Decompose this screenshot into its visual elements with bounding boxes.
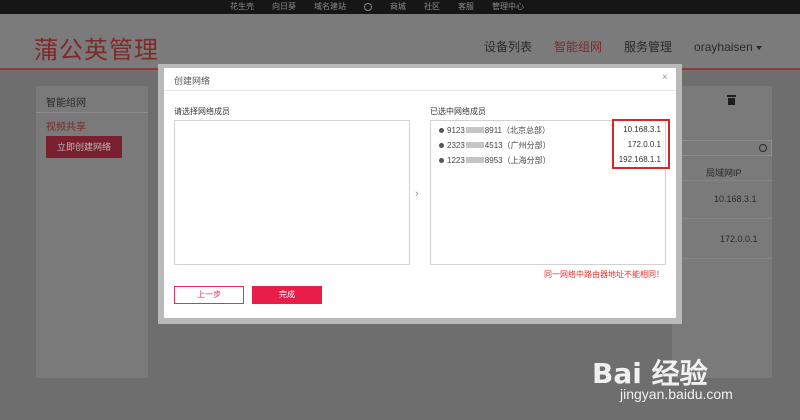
masked-id: [465, 157, 484, 163]
done-button[interactable]: 完成: [252, 286, 322, 304]
sidebar: 智能组网 视频共享 立即创建网络: [36, 86, 148, 378]
topbar-link-domain[interactable]: 域名建站: [314, 0, 346, 14]
member-id-prefix: 9123: [447, 125, 465, 135]
create-network-dialog: 创建网络 × 请选择网络成员 › 已选中网络成员 9123 8911 （北京总部） …: [164, 68, 676, 318]
available-members-label: 请选择网络成员: [174, 107, 230, 116]
create-network-button[interactable]: 立即创建网络: [46, 136, 122, 158]
column-header-lan-ip: 局域网IP: [706, 168, 742, 178]
member-id-suffix: 4513: [484, 140, 503, 150]
table-divider: [672, 218, 772, 219]
sidebar-item-video-share[interactable]: 视频共享: [46, 118, 86, 133]
member-location: （北京总部）: [502, 125, 550, 135]
ip-highlight-box: [612, 119, 670, 169]
member-id-prefix: 1223: [447, 155, 465, 165]
main-nav: 设备列表 智能组网 服务管理 orayhaisen: [484, 38, 762, 55]
trash-icon[interactable]: [727, 95, 736, 105]
watermark-url: jingyan.baidu.com: [620, 386, 733, 402]
member-id-suffix: 8911: [484, 125, 502, 135]
table-cell-lan-ip: 172.0.0.1: [720, 234, 758, 244]
site-header: 蒲公英管理 设备列表 智能组网 服务管理 orayhaisen: [0, 14, 800, 70]
user-menu[interactable]: orayhaisen: [694, 40, 762, 54]
list-item[interactable]: 1223 8953 （上海分部）: [439, 153, 551, 167]
brand-logo[interactable]: 蒲公英管理: [34, 30, 159, 65]
member-id-suffix: 8953: [484, 155, 503, 165]
sidebar-divider: [36, 112, 148, 113]
nav-smart-networking[interactable]: 智能组网: [554, 38, 602, 55]
member-location: （广州分部）: [502, 140, 551, 150]
member-id-prefix: 2323: [447, 140, 465, 150]
close-icon[interactable]: ×: [662, 72, 668, 83]
username: orayhaisen: [694, 39, 753, 54]
top-navigation-bar: 花生壳 向日葵 域名建站 商城 社区 客服 管理中心: [0, 0, 800, 14]
table-divider: [672, 180, 772, 181]
topbar-link-admin[interactable]: 管理中心: [492, 0, 524, 14]
member-location: （上海分部）: [502, 155, 551, 165]
list-item[interactable]: 9123 8911 （北京总部）: [439, 123, 550, 137]
table-divider: [672, 258, 772, 259]
masked-id: [465, 127, 484, 133]
nav-device-list[interactable]: 设备列表: [484, 38, 532, 55]
list-item[interactable]: 2323 4513 （广州分部）: [439, 138, 551, 152]
topbar-link-support[interactable]: 客服: [458, 0, 474, 14]
search-icon[interactable]: [759, 144, 767, 152]
duplicate-ip-warning: 同一网络中路由器地址不能相同！: [544, 270, 664, 279]
nav-service-management[interactable]: 服务管理: [624, 38, 672, 55]
topbar-link-community[interactable]: 社区: [424, 0, 440, 14]
masked-id: [465, 142, 484, 148]
selected-members-label: 已选中网络成员: [430, 107, 486, 116]
network-detail-panel: [672, 86, 772, 378]
dialog-title: 创建网络: [174, 76, 211, 86]
sidebar-title: 智能组网: [46, 98, 86, 109]
available-members-list[interactable]: [174, 120, 410, 265]
pgy-logo-icon[interactable]: [364, 3, 372, 11]
bullet-icon: [439, 127, 444, 133]
bullet-icon: [439, 157, 444, 163]
search-input[interactable]: [672, 140, 772, 156]
table-cell-lan-ip: 10.168.3.1: [714, 194, 757, 204]
dialog-header-divider: [164, 90, 676, 91]
previous-step-button[interactable]: 上一步: [174, 286, 244, 304]
topbar-link-xiangrikui[interactable]: 向日葵: [272, 0, 296, 14]
topbar-link-huashengke[interactable]: 花生壳: [230, 0, 254, 14]
bullet-icon: [439, 142, 444, 148]
chevron-down-icon: [755, 45, 762, 50]
topbar-link-shop[interactable]: 商城: [390, 0, 406, 14]
chevron-right-icon[interactable]: ›: [415, 188, 419, 200]
